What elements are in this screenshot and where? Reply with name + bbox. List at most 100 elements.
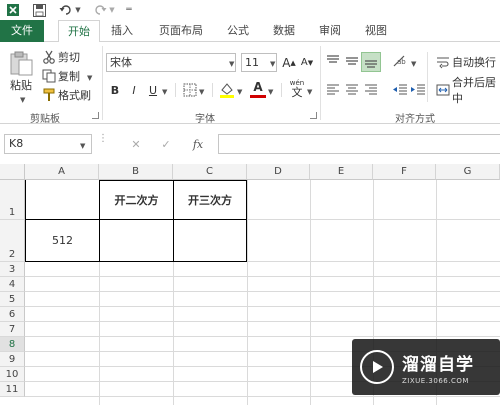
format-painter-icon[interactable] — [42, 88, 56, 102]
cancel-button[interactable]: ✕ — [128, 136, 144, 152]
tab-insert[interactable]: 插入 — [104, 20, 140, 42]
cell-a2[interactable]: 512 — [26, 220, 99, 261]
align-right-icon[interactable] — [363, 83, 379, 97]
undo-icon[interactable] — [58, 2, 74, 18]
formula-input[interactable] — [218, 134, 500, 154]
paste-icon[interactable] — [8, 50, 34, 76]
cell-c2[interactable] — [174, 220, 246, 261]
row-header-4[interactable]: 4 — [0, 277, 25, 292]
insert-function-button[interactable]: fx — [188, 136, 208, 152]
merge-center-button[interactable]: 合并后居中 — [452, 76, 500, 105]
row-header-9[interactable]: 9 — [0, 352, 25, 367]
bold-button[interactable]: B — [107, 81, 123, 99]
save-icon[interactable] — [30, 2, 48, 18]
decrease-indent-icon[interactable] — [392, 83, 408, 97]
customize-toolbar-icon[interactable]: ═ — [124, 2, 134, 18]
column-header-g[interactable]: G — [436, 164, 500, 180]
watermark-name: 溜溜自学 — [402, 354, 474, 375]
clipboard-dialog-launcher-icon[interactable] — [92, 112, 99, 119]
row-header-7[interactable]: 7 — [0, 322, 25, 337]
column-header-e[interactable]: E — [310, 164, 373, 180]
font-name-combo[interactable]: 宋体 — [106, 53, 236, 72]
font-name-value: 宋体 — [110, 56, 132, 69]
column-header-b[interactable]: B — [99, 164, 173, 180]
increase-indent-icon[interactable] — [410, 83, 426, 97]
cell-c1[interactable]: 开三次方 — [174, 181, 246, 219]
copy-icon[interactable] — [42, 69, 56, 83]
tab-data[interactable]: 数据 — [266, 20, 302, 42]
play-logo-icon — [360, 350, 394, 384]
column-header-c[interactable]: C — [173, 164, 247, 180]
gridline — [25, 291, 500, 292]
gridline — [25, 276, 500, 277]
font-size-dropdown-icon[interactable]: ▼ — [270, 58, 275, 69]
paste-dropdown-icon[interactable]: ▼ — [20, 94, 28, 104]
align-center-icon[interactable] — [344, 83, 360, 97]
svg-text:ab: ab — [397, 58, 406, 66]
underline-dropdown-icon[interactable]: ▼ — [162, 86, 167, 97]
font-color-button[interactable]: A — [250, 79, 266, 95]
align-top-icon[interactable] — [325, 54, 341, 68]
wrap-text-icon[interactable] — [436, 55, 450, 69]
font-color-dropdown-icon[interactable]: ▼ — [268, 86, 273, 97]
enter-button[interactable]: ✓ — [158, 136, 174, 152]
column-header-f[interactable]: F — [373, 164, 436, 180]
row-header-8[interactable]: 8 — [0, 337, 25, 352]
ribbon-tab-bar: 文件 开始 插入 页面布局 公式 数据 审阅 视图 — [0, 20, 500, 43]
redo-dropdown-icon[interactable]: ▼ — [108, 2, 116, 18]
borders-dropdown-icon[interactable]: ▼ — [199, 86, 204, 97]
align-middle-icon[interactable] — [344, 54, 360, 68]
copy-button[interactable]: 复制 — [58, 69, 84, 83]
paste-button[interactable]: 粘贴 — [8, 78, 34, 92]
orientation-dropdown-icon[interactable]: ▼ — [411, 58, 416, 69]
underline-button[interactable]: U — [145, 81, 161, 99]
font-group-label: 字体 — [195, 114, 215, 125]
row-header-1[interactable]: 1 — [0, 180, 25, 220]
italic-button[interactable]: I — [126, 81, 142, 99]
fill-color-icon[interactable] — [218, 81, 236, 99]
tab-home[interactable]: 开始 — [58, 20, 100, 43]
shrink-font-button[interactable]: A ▼ — [299, 53, 315, 72]
alignment-group-label: 对齐方式 — [395, 114, 435, 125]
fill-color-dropdown-icon[interactable]: ▼ — [237, 86, 242, 97]
undo-dropdown-icon[interactable]: ▼ — [74, 2, 82, 18]
wrap-text-button[interactable]: 自动换行 — [452, 54, 500, 70]
cut-icon[interactable] — [42, 50, 56, 64]
row-header-6[interactable]: 6 — [0, 307, 25, 322]
cut-button[interactable]: 剪切 — [58, 50, 84, 64]
cell-b2[interactable] — [100, 220, 173, 261]
grow-font-button[interactable]: A ▲ — [281, 53, 297, 72]
orientation-icon[interactable]: ab — [392, 54, 410, 68]
tab-formulas[interactable]: 公式 — [220, 20, 256, 42]
phonetic-guide-button[interactable]: wén 文 — [287, 79, 307, 101]
row-header-2[interactable]: 2 — [0, 220, 25, 262]
column-header-d[interactable]: D — [247, 164, 310, 180]
tab-review[interactable]: 审阅 — [312, 20, 348, 42]
row-header-11[interactable]: 11 — [0, 382, 25, 397]
row-header-10[interactable]: 10 — [0, 367, 25, 382]
font-size-value: 11 — [245, 56, 259, 69]
phonetic-dropdown-icon[interactable]: ▼ — [307, 86, 312, 97]
formula-bar-grip-icon: ⋮ — [98, 134, 108, 151]
tab-page-layout[interactable]: 页面布局 — [150, 20, 212, 42]
column-header-a[interactable]: A — [25, 164, 99, 180]
name-box-dropdown-icon[interactable]: ▼ — [80, 140, 85, 151]
grow-font-letter: A — [282, 55, 291, 70]
format-painter-button[interactable]: 格式刷 — [58, 88, 94, 102]
cell-b1[interactable]: 开二次方 — [100, 181, 173, 219]
font-name-dropdown-icon[interactable]: ▼ — [229, 58, 234, 69]
cell-border — [25, 261, 247, 262]
align-bottom-icon[interactable] — [361, 52, 381, 72]
select-all-corner[interactable] — [0, 164, 25, 180]
copy-dropdown-icon[interactable]: ▼ — [87, 72, 95, 82]
merge-center-icon[interactable] — [436, 83, 450, 97]
row-header-3[interactable]: 3 — [0, 262, 25, 277]
row-header-5[interactable]: 5 — [0, 292, 25, 307]
tab-view[interactable]: 视图 — [358, 20, 394, 42]
font-dialog-launcher-icon[interactable] — [310, 112, 317, 119]
tab-file[interactable]: 文件 — [0, 20, 44, 42]
redo-icon[interactable] — [92, 2, 108, 18]
borders-icon[interactable] — [183, 83, 197, 97]
name-box[interactable]: K8 — [4, 134, 92, 154]
align-left-icon[interactable] — [325, 83, 341, 97]
